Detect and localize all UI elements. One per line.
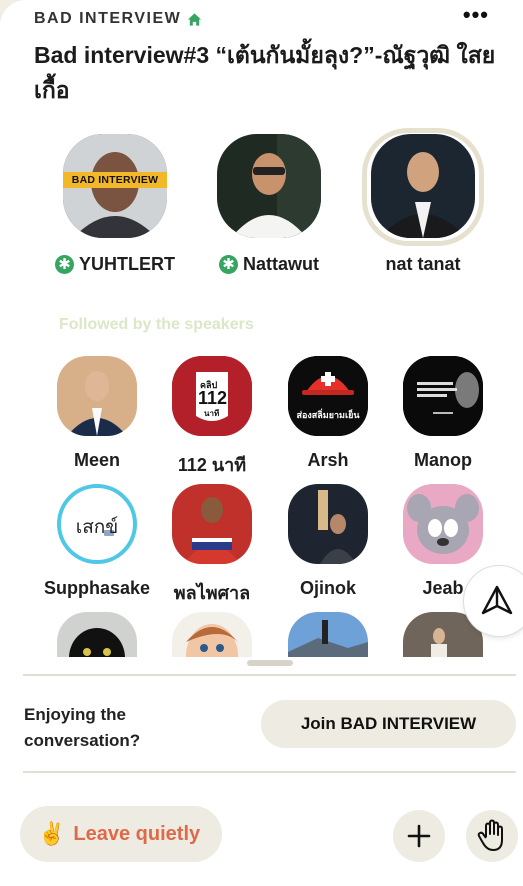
speaker-name-row: ✱ Nattawut xyxy=(194,254,344,275)
audience-name: Arsh xyxy=(307,450,349,470)
audience-tile[interactable]: Manop xyxy=(383,356,503,471)
audience-tile[interactable]: Meen xyxy=(37,356,157,471)
speakers-grid: BAD INTERVIEW ✱ YUHTLERT ✱ Nattawut nat … xyxy=(0,128,523,284)
avatar-image xyxy=(57,612,137,657)
audience-name: พลไพศาล xyxy=(173,583,251,603)
audience-tile[interactable]: คลิป 112 นาที 112 นาที xyxy=(152,356,272,479)
audience-tile[interactable]: Ojinok xyxy=(268,484,388,599)
avatar-image xyxy=(63,134,167,238)
avatar-image xyxy=(172,612,252,657)
logo-text: 112 xyxy=(198,388,228,408)
avatar-image xyxy=(57,356,137,436)
audience-tile[interactable]: ส่องสลิ่มยามเย็น Arsh xyxy=(268,356,388,471)
avatar-image xyxy=(371,134,475,238)
plus-icon xyxy=(407,824,431,848)
avatar: ส่องสลิ่มยามเย็น xyxy=(288,356,368,436)
logo-text: นาที xyxy=(204,409,220,418)
avatar xyxy=(57,356,137,436)
peace-hand-icon: ✌️ xyxy=(38,821,66,846)
avatar xyxy=(403,356,483,436)
audience-tile[interactable] xyxy=(288,612,368,657)
audience-name: Meen xyxy=(73,450,120,470)
speaker-name: YUHTLERT xyxy=(79,254,175,274)
audience-name: 112 นาที xyxy=(177,455,247,475)
audience-tile[interactable]: เสกข์ Supphasake xyxy=(37,484,157,599)
moderator-badge-icon: ✱ xyxy=(219,255,238,274)
speaker-tile[interactable]: BAD INTERVIEW ✱ YUHTLERT xyxy=(40,134,190,275)
logo-text: ส่องสลิ่มยามเย็น xyxy=(296,410,360,420)
avatar-image xyxy=(288,484,368,564)
avatar-image xyxy=(403,484,483,564)
ping-icon xyxy=(481,585,513,615)
avatar: เสกข์ xyxy=(57,484,137,564)
audience-name: Manop xyxy=(414,450,472,470)
speaker-name-row: ✱ YUHTLERT xyxy=(40,254,190,275)
avatar: คลิป 112 นาที xyxy=(172,356,252,436)
enjoy-prompt: Enjoying the conversation? xyxy=(24,705,141,750)
moderator-badge-icon: ✱ xyxy=(55,255,74,274)
raise-hand-icon xyxy=(477,819,503,851)
raise-hand-button[interactable] xyxy=(466,810,518,862)
speaker-name: nat tanat xyxy=(385,254,461,274)
club-header[interactable]: BAD INTERVIEW xyxy=(34,10,202,28)
avatar: BAD INTERVIEW xyxy=(63,134,167,238)
speaker-name: Nattawut xyxy=(243,254,319,274)
avatar xyxy=(172,484,252,564)
audience-row-partial xyxy=(0,612,523,657)
drag-handle[interactable] xyxy=(247,660,293,666)
audience-tile[interactable]: พลไพศาล xyxy=(152,484,272,607)
followed-heading: Followed by the speakers xyxy=(59,316,254,333)
avatar xyxy=(403,484,483,564)
more-icon[interactable]: ••• xyxy=(463,4,489,26)
avatar-image xyxy=(172,484,252,564)
speaker-name-row: nat tanat xyxy=(348,254,498,275)
add-button[interactable] xyxy=(393,810,445,862)
home-icon xyxy=(188,12,202,26)
leave-quietly-label: Leave quietly xyxy=(73,822,201,845)
speaker-banner-text: BAD INTERVIEW xyxy=(71,174,159,186)
audience-name: Supphasake xyxy=(43,578,151,598)
avatar xyxy=(371,134,475,238)
avatar xyxy=(288,484,368,564)
audience-name: Ojinok xyxy=(299,578,356,598)
audience-tile[interactable] xyxy=(57,612,137,657)
avatar-text: เสกข์ xyxy=(75,517,119,538)
room-sheet: BAD INTERVIEW ••• Bad interview#3 “เต้นก… xyxy=(0,0,523,886)
avatar-image xyxy=(288,612,368,657)
divider xyxy=(23,771,516,773)
avatar xyxy=(217,134,321,238)
avatar-image xyxy=(403,356,483,436)
avatar-image xyxy=(288,356,368,436)
club-name[interactable]: BAD INTERVIEW xyxy=(34,10,181,28)
room-title: Bad interview#3 “เต้นกันมั้ยลุง?”-ณัฐวุฒ… xyxy=(34,42,496,103)
speaker-tile[interactable]: ✱ Nattawut xyxy=(194,134,344,275)
speaker-tile[interactable]: nat tanat xyxy=(348,128,498,275)
avatar-image xyxy=(217,134,321,238)
audience-tile[interactable] xyxy=(172,612,252,657)
divider xyxy=(23,674,516,676)
join-club-button[interactable]: Join BAD INTERVIEW xyxy=(261,700,516,748)
leave-quietly-button[interactable]: ✌️ Leave quietly xyxy=(20,806,222,862)
